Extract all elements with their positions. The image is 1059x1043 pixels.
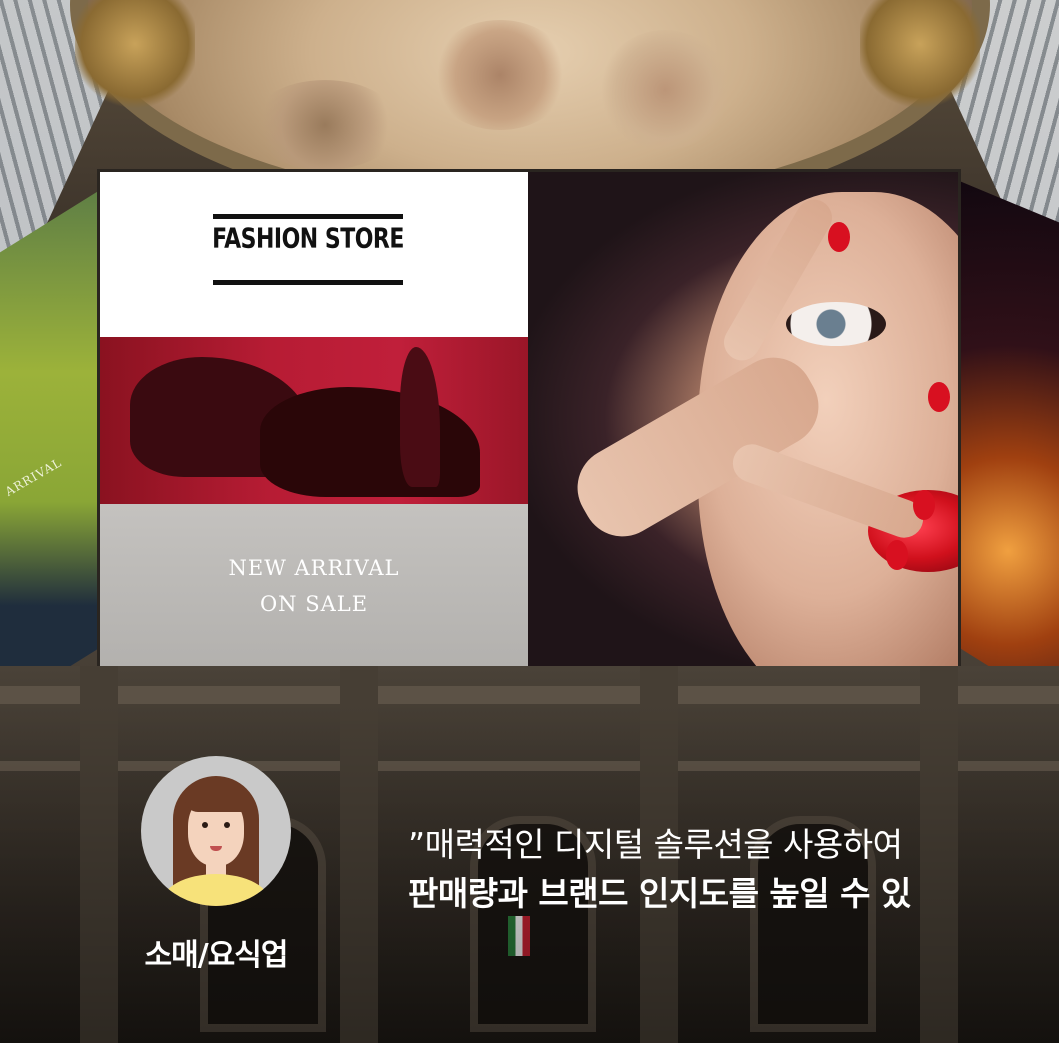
fresco-figure	[430, 20, 570, 130]
model-photo-panel	[528, 172, 958, 666]
nail	[828, 222, 850, 252]
shoe-image-panel	[100, 337, 528, 504]
promo-line-1: NEW ARRIVAL	[228, 556, 400, 580]
side-screen-right	[957, 180, 1059, 710]
nail	[913, 490, 935, 520]
industry-label: 소매/요식업	[144, 938, 289, 973]
promo-line-2: ON SALE	[259, 592, 369, 616]
shoe-shape	[400, 347, 440, 487]
promo-panel: NEW ARRIVAL ON SALE	[100, 504, 528, 666]
billboard-left-panel: FASHION STORE NEW ARRIVAL ON SALE	[100, 172, 528, 666]
eagle-ornament-right	[860, 0, 980, 110]
nail	[886, 540, 908, 570]
logo-rule-bottom	[213, 280, 403, 285]
nail	[928, 382, 950, 412]
testimonial-quote-line-1: ”매력적인 디지털 솔루션을 사용하여	[408, 825, 903, 864]
hero-scene: ARRIVAL FASHION STORE NEW ARRIVAL ON SAL…	[0, 0, 1059, 1043]
fresco-figure	[250, 80, 400, 170]
model-eye	[786, 302, 886, 346]
side-screen-left	[0, 190, 100, 710]
fresco-figure	[600, 30, 730, 150]
eagle-ornament-left	[75, 0, 195, 110]
avatar-eye-right	[224, 822, 230, 828]
billboard-screen: FASHION STORE NEW ARRIVAL ON SALE	[100, 172, 958, 666]
avatar-bangs	[185, 786, 247, 812]
testimonial-quote-line-2: 판매량과 브랜드 인지도를 높일 수 있	[408, 874, 911, 913]
logo-rule-top	[213, 214, 403, 219]
logo-panel: FASHION STORE	[100, 172, 528, 337]
avatar-eye-left	[202, 822, 208, 828]
shoe-shape	[260, 387, 480, 497]
avatar	[141, 756, 291, 906]
brand-logo: FASHION STORE	[212, 223, 404, 256]
